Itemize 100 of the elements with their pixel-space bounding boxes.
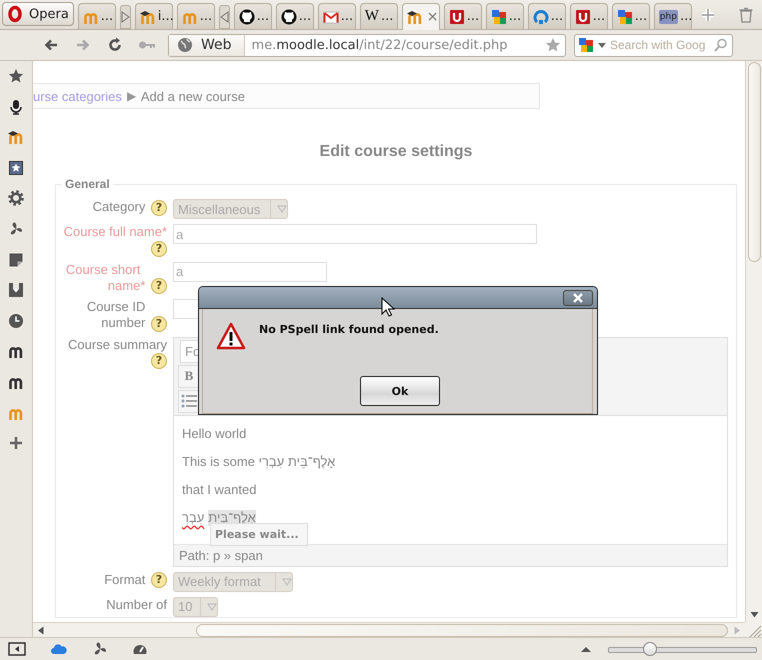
scope-button[interactable]: Web [169,34,245,56]
close-button[interactable]: × [426,9,439,25]
field-label: Course full name [64,224,162,239]
arrow-down-icon[interactable] [750,611,758,618]
tab[interactable]: ... [612,3,650,29]
logo-icon [406,9,423,25]
ok-button[interactable]: Ok [360,376,440,406]
tab[interactable]: ... [318,3,356,29]
required-marker: * [140,278,146,293]
forward-arrow-icon [75,37,91,53]
section-legend: General [62,177,113,191]
globe-icon [177,37,193,53]
tab[interactable]: php ... [654,3,692,29]
tab[interactable]: ... [276,3,314,29]
paragraph: that I wanted [182,482,258,498]
paragraph: This is some אָלֶף־בֵּית עִבְרִי [182,454,336,470]
microphone-icon[interactable] [8,98,24,115]
download-icon[interactable] [8,282,24,298]
tab[interactable]: i... [134,3,173,29]
tab[interactable]: ... [234,3,272,29]
caret-icon [277,205,287,213]
menu-button[interactable]: Opera [2,2,74,26]
logo-icon [238,8,255,24]
field-label: Course ID number [86,299,146,332]
caret-icon [207,602,217,611]
path-bar: Path: p » span [174,544,727,566]
logo-icon [616,8,633,24]
logo-icon [532,8,549,24]
resize-grip-icon[interactable] [748,624,762,637]
logo-icon [448,8,465,24]
tab[interactable]: ... [176,3,215,29]
logo-icon: php [658,10,678,24]
fan-icon[interactable] [8,220,24,237]
reload-icon [107,37,123,53]
logo-icon [7,5,23,23]
slider-thumb[interactable] [642,642,657,656]
help-icon[interactable]: ? [151,316,167,332]
fan-icon[interactable] [92,641,108,657]
caret-icon [282,578,292,586]
search-field[interactable]: Search with Goog [574,34,733,56]
tab[interactable]: ... [78,3,116,29]
page-heading: Edit course settings [318,143,474,161]
list-icon [180,393,198,410]
back-arrow-icon [43,37,59,53]
caret-icon[interactable] [580,645,592,653]
logo-icon [578,37,594,53]
scrollbar-thumb[interactable] [748,62,760,262]
paragraph: Hello world [182,426,248,442]
list-button[interactable] [178,390,200,413]
tab[interactable]: ... [486,3,524,29]
tab[interactable]: × [402,3,440,30]
note-icon[interactable] [8,252,24,268]
warning-icon [216,322,246,350]
cursor-icon [381,297,395,317]
misspelled-word: עִבְרִ [182,510,204,526]
address-field[interactable]: Web me.moodle.local/int/22/course/edit.php [168,34,566,56]
required-marker: * [162,224,167,239]
logo-icon [574,8,591,24]
logo-icon[interactable] [8,129,24,146]
arrow-left-icon [220,11,229,23]
separator-icon: ▶ [126,89,136,103]
help-icon[interactable]: ? [151,353,167,370]
tab-stack-button[interactable] [218,5,230,29]
tab[interactable]: ... [528,3,566,29]
field-label: Format [104,572,146,587]
clock-icon[interactable] [8,312,24,329]
panel-toggle-icon[interactable] [8,641,26,657]
star-icon[interactable] [545,37,561,53]
plus-icon[interactable] [700,7,716,23]
tab[interactable]: ... [570,3,608,29]
breadcrumb-current: Add a new course [140,88,245,104]
close-button[interactable] [563,290,593,306]
zoom-slider[interactable] [608,641,757,657]
field-label: Course short name [64,262,140,294]
field-label: Category [92,199,146,214]
logo-icon [280,8,297,24]
field-label: Number of [106,596,167,612]
star-icon[interactable] [8,68,24,84]
settings-icon[interactable] [8,190,24,206]
dialog-message: No PSpell link found opened. [259,323,439,336]
field-label: Course summary [68,336,167,352]
help-icon[interactable]: ? [151,278,167,294]
tab-stack-button[interactable] [120,5,131,29]
tab[interactable]: W... [360,3,398,29]
loading-popup: Please wait... [210,522,308,546]
close-icon [572,292,584,304]
logo-icon [140,8,156,24]
bookmarks-icon[interactable] [8,160,24,176]
arrow-left-icon[interactable] [37,626,44,634]
search-input[interactable]: Search with Goog [610,38,710,52]
tab[interactable]: ... [444,3,482,29]
plus-icon[interactable] [8,435,24,452]
scrollbar-thumb[interactable] [196,624,728,636]
help-icon[interactable]: ? [151,240,167,257]
envelope-icon [322,8,339,24]
trash-icon[interactable] [738,7,754,23]
logo-icon [490,8,507,24]
logo-icon: W [364,8,379,25]
caret-icon[interactable] [597,41,607,49]
arrow-right-icon [120,11,130,23]
